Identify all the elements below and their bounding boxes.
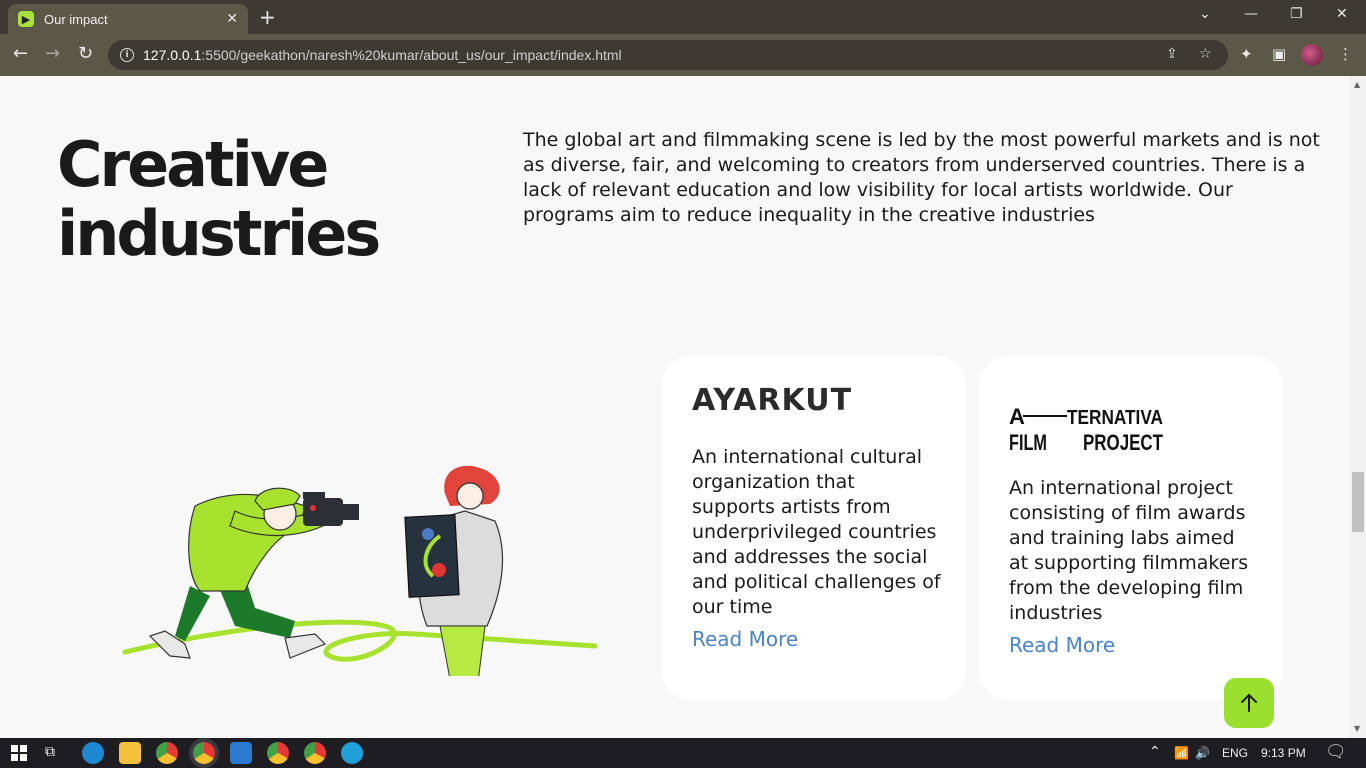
logo-letter-a: A	[1009, 404, 1025, 429]
bookmark-star-icon[interactable]: ☆	[1199, 46, 1212, 62]
language-indicator[interactable]: ENG	[1222, 746, 1248, 760]
chrome-active-icon[interactable]	[193, 742, 215, 764]
vscode-icon[interactable]	[230, 742, 252, 764]
heading-line-1: Creative	[57, 128, 329, 201]
side-panel-icon[interactable]: ▣	[1272, 45, 1286, 63]
close-tab-icon[interactable]: ✕	[226, 11, 238, 27]
close-window-icon[interactable]: ✕	[1336, 6, 1348, 22]
logo-word-project: PROJECT	[1083, 430, 1163, 452]
file-explorer-icon[interactable]	[119, 742, 141, 764]
alternativa-description: An international project consisting of f…	[1009, 477, 1249, 624]
filmmaker-illustration	[122, 465, 598, 676]
notifications-icon[interactable]: 🗨	[1325, 742, 1347, 762]
reload-icon[interactable]: ↻	[78, 43, 93, 64]
tab-search-chevron-icon[interactable]: ⌄	[1199, 6, 1211, 22]
chrome-profile-2-icon[interactable]	[267, 742, 289, 764]
site-favicon-icon: ▶	[18, 11, 34, 27]
share-icon[interactable]: ⇪	[1166, 46, 1178, 62]
edge-icon[interactable]	[82, 742, 104, 764]
page-scrollbar[interactable]	[1350, 76, 1366, 738]
heading-line-2: industries	[57, 197, 381, 270]
browser-tab[interactable]: ▶ Our impact ✕	[8, 4, 248, 34]
url-path: :5500/geekathon/naresh%20kumar/about_us/…	[201, 47, 622, 63]
alternativa-read-more-link[interactable]: Read More	[1009, 633, 1115, 657]
tab-title: Our impact	[44, 11, 108, 27]
ayarkut-logo: AYARKUT	[692, 383, 853, 418]
extensions-icon[interactable]: ✦	[1240, 45, 1253, 63]
scrollbar-thumb[interactable]	[1352, 472, 1364, 532]
intro-paragraph: The global art and filmmaking scene is l…	[523, 129, 1320, 226]
task-view-icon[interactable]: ⧉	[45, 744, 55, 760]
url-text[interactable]: 127.0.0.1:5500/geekathon/naresh%20kumar/…	[143, 47, 622, 63]
new-tab-icon[interactable]: +	[259, 5, 276, 29]
alternativa-card: A TERNATIVA FILM PROJECT An internationa…	[979, 356, 1283, 700]
menu-icon[interactable]: ⋮	[1338, 45, 1353, 63]
alternativa-film-project-logo: A TERNATIVA FILM PROJECT	[1009, 404, 1163, 452]
url-host: 127.0.0.1	[143, 47, 202, 63]
clock-time[interactable]: 9:13 PM	[1261, 746, 1306, 760]
ayarkut-card: AYARKUT An international cultural organi…	[662, 356, 966, 700]
page-content: Creative industries The global art and f…	[0, 76, 1350, 738]
scroll-down-arrow-icon[interactable]: ▼	[1354, 724, 1360, 733]
site-info-icon[interactable]: i	[120, 48, 134, 62]
address-bar[interactable]: i 127.0.0.1:5500/geekathon/naresh%20kuma…	[108, 40, 1228, 70]
ayarkut-description: An international cultural organization t…	[692, 446, 941, 618]
arrow-up-icon	[1241, 693, 1257, 712]
page-heading: Creative industries	[57, 128, 381, 270]
profile-avatar[interactable]	[1301, 44, 1323, 66]
show-hidden-icons-chevron-icon[interactable]: ⌃	[1149, 743, 1161, 760]
windows-taskbar: ⧉ ⌃ 📶 🔊 ENG 9:13 PM 🗨	[0, 738, 1366, 768]
minimize-icon[interactable]: —	[1244, 6, 1258, 22]
logo-word-ternativa: TERNATIVA	[1067, 407, 1163, 429]
chrome-icon[interactable]	[156, 742, 178, 764]
windows-start-icon[interactable]	[11, 745, 27, 761]
restore-icon[interactable]: ❐	[1290, 6, 1303, 22]
back-icon[interactable]: ←	[13, 43, 28, 64]
ayarkut-read-more-link[interactable]: Read More	[692, 627, 798, 651]
logo-word-film: FILM	[1009, 430, 1047, 452]
chrome-profile-3-icon[interactable]	[304, 742, 326, 764]
back-to-top-button[interactable]	[1224, 678, 1274, 728]
wifi-icon[interactable]: 📶	[1174, 746, 1189, 760]
edge-2-icon[interactable]	[341, 742, 363, 764]
browser-toolbar: ← → ↻ i 127.0.0.1:5500/geekathon/naresh%…	[0, 34, 1366, 76]
scroll-up-arrow-icon[interactable]: ▲	[1354, 80, 1360, 89]
volume-icon[interactable]: 🔊	[1195, 746, 1210, 760]
forward-icon[interactable]: →	[45, 43, 60, 64]
browser-tab-bar: ▶ Our impact ✕ + ⌄ — ❐ ✕	[0, 0, 1366, 34]
